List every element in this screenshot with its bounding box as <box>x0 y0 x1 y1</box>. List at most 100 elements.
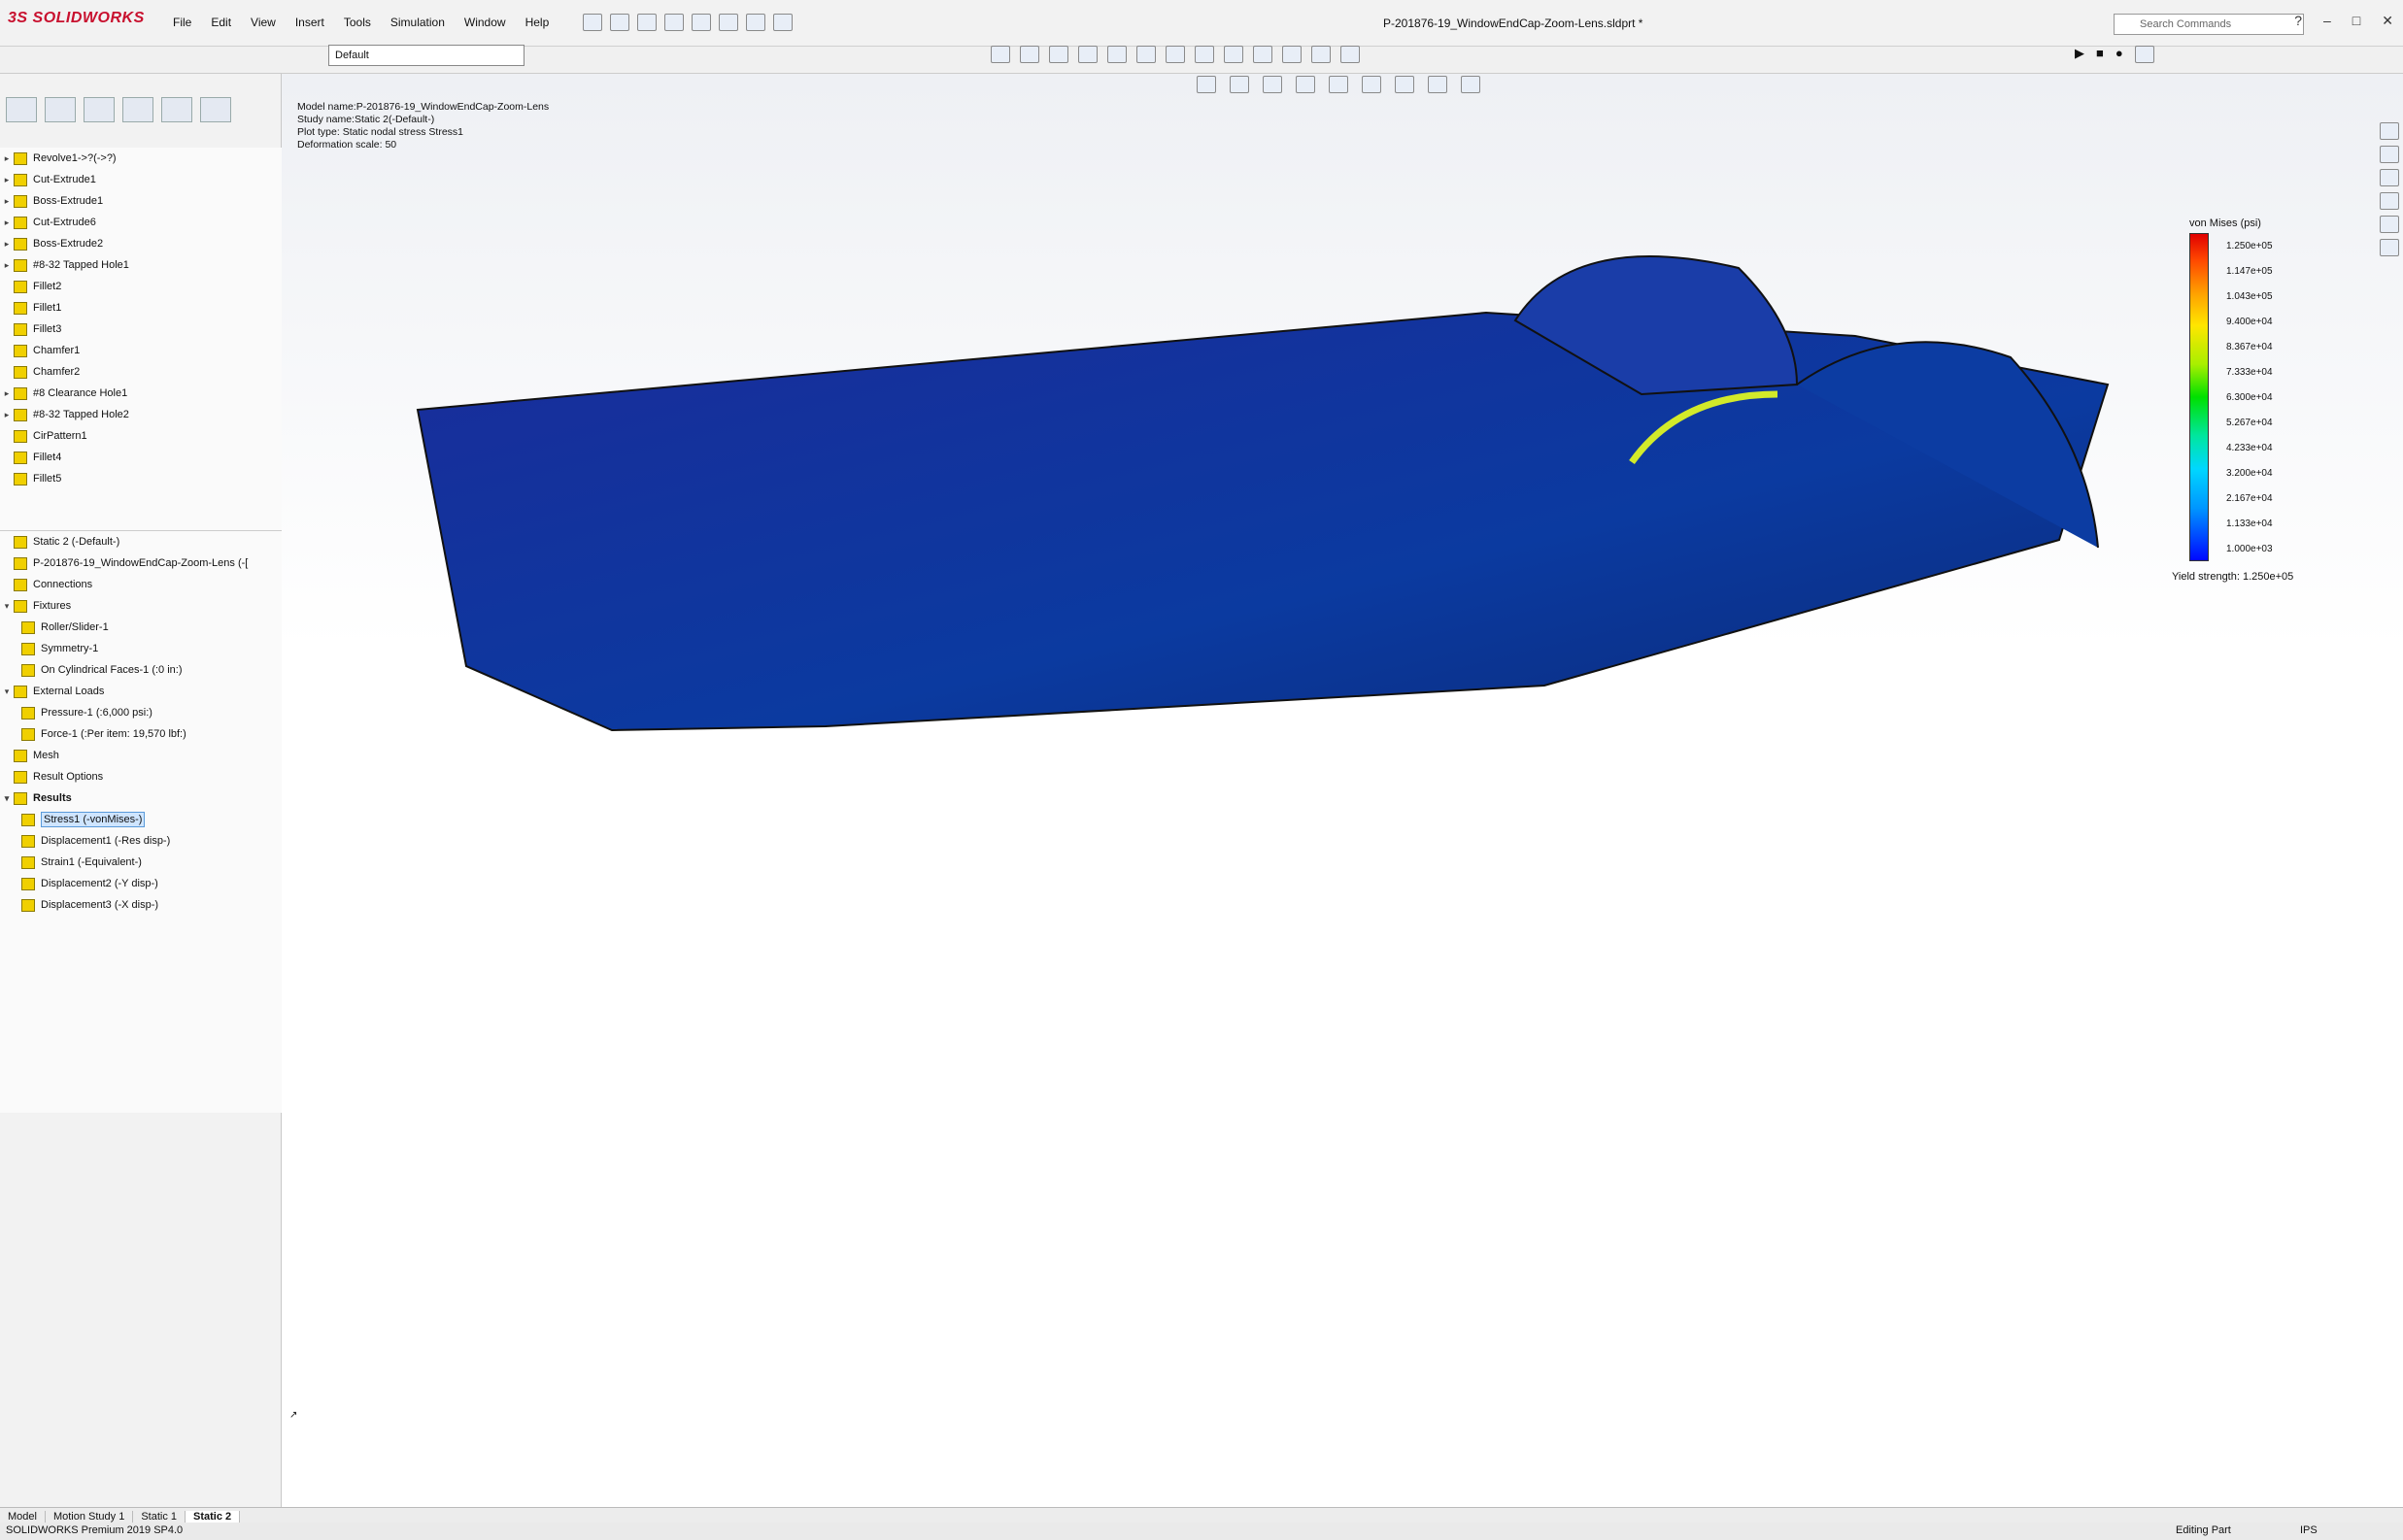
fixture-roller-item[interactable]: Roller/Slider-1 <box>0 617 282 638</box>
simulation-tab[interactable] <box>200 97 231 122</box>
tree-item[interactable]: Fillet5 <box>0 468 282 489</box>
close-button[interactable]: ✕ <box>2382 13 2393 29</box>
tree-item[interactable]: ▸ #8-32 Tapped Hole2 <box>0 404 282 425</box>
tree-item[interactable]: Fillet3 <box>0 318 282 340</box>
menu-help[interactable]: Help <box>525 16 550 29</box>
zoom-to-fit-icon[interactable] <box>1197 76 1216 93</box>
rebuild-icon[interactable] <box>746 14 765 31</box>
dimxpert-tab[interactable] <box>122 97 153 122</box>
save-animation-icon[interactable] <box>2134 46 2154 63</box>
appearance-icon[interactable] <box>1428 76 1447 93</box>
tree-item[interactable]: ▸ #8-32 Tapped Hole1 <box>0 254 282 276</box>
displacement2-item[interactable]: Displacement2 (-Y disp-) <box>0 873 282 894</box>
tree-item[interactable]: CirPattern1 <box>0 425 282 447</box>
study-item[interactable]: Static 2 (-Default-) <box>0 531 282 552</box>
tab-motion-study[interactable]: Motion Study 1 <box>46 1510 134 1523</box>
menu-file[interactable]: File <box>173 16 191 29</box>
tree-item[interactable]: ▸ Boss-Extrude1 <box>0 190 282 212</box>
displacement3-item[interactable]: Displacement3 (-X disp-) <box>0 894 282 916</box>
section-view-icon[interactable] <box>1296 76 1315 93</box>
plot-tools-icon[interactable] <box>1282 46 1302 63</box>
previous-view-icon[interactable] <box>1263 76 1282 93</box>
graphics-viewport[interactable] <box>282 74 2403 1507</box>
property-manager-tab[interactable] <box>45 97 76 122</box>
menu-window[interactable]: Window <box>464 16 506 29</box>
report-icon[interactable] <box>1311 46 1331 63</box>
custom-properties-icon[interactable] <box>2380 239 2399 256</box>
new-icon[interactable] <box>583 14 602 31</box>
tree-item[interactable]: Fillet2 <box>0 276 282 297</box>
displacement1-item[interactable]: Displacement1 (-Res disp-) <box>0 830 282 852</box>
tree-item[interactable]: ▸ #8 Clearance Hole1 <box>0 383 282 404</box>
tree-item[interactable]: Chamfer1 <box>0 340 282 361</box>
status-units[interactable]: IPS <box>2300 1524 2318 1536</box>
view-orientation-icon[interactable] <box>1329 76 1348 93</box>
strain1-item[interactable]: Strain1 (-Equivalent-) <box>0 852 282 873</box>
deformed-result-icon[interactable] <box>1224 46 1243 63</box>
tab-model[interactable]: Model <box>0 1510 46 1523</box>
connections-item[interactable]: Connections <box>0 574 282 595</box>
tree-item[interactable]: Fillet1 <box>0 297 282 318</box>
part-item[interactable]: P-201876-19_WindowEndCap-Zoom-Lens (-[ <box>0 552 282 574</box>
display-style-icon[interactable] <box>1362 76 1381 93</box>
connections-icon[interactable] <box>1107 46 1127 63</box>
tree-item[interactable]: ▸ Boss-Extrude2 <box>0 233 282 254</box>
stress1-item[interactable]: Stress1 (-vonMises-) <box>0 809 282 830</box>
appearances-icon[interactable] <box>2380 216 2399 233</box>
open-icon[interactable] <box>610 14 629 31</box>
results-item[interactable]: ▾ Results <box>0 787 282 809</box>
run-icon[interactable] <box>1166 46 1185 63</box>
tab-static-2[interactable]: Static 2 <box>186 1510 241 1523</box>
pressure-load-item[interactable]: Pressure-1 (:6,000 psi:) <box>0 702 282 723</box>
view-palette-icon[interactable] <box>2380 192 2399 210</box>
maximize-button[interactable]: □ <box>2352 13 2360 29</box>
study-icon[interactable] <box>991 46 1010 63</box>
resources-icon[interactable] <box>2380 122 2399 140</box>
external-loads-icon[interactable] <box>1078 46 1098 63</box>
menu-tools[interactable]: Tools <box>344 16 371 29</box>
options-icon[interactable] <box>773 14 793 31</box>
tree-item[interactable]: ▸ Revolve1->?(->?) <box>0 148 282 169</box>
help-icon[interactable]: ? <box>2294 13 2302 29</box>
compare-results-icon[interactable] <box>1253 46 1272 63</box>
minimize-button[interactable]: – <box>2323 13 2331 29</box>
tree-item[interactable]: Fillet4 <box>0 447 282 468</box>
view-settings-icon[interactable] <box>1461 76 1480 93</box>
display-manager-tab[interactable] <box>161 97 192 122</box>
play-icon[interactable]: ▶ <box>2075 46 2084 63</box>
menu-edit[interactable]: Edit <box>211 16 231 29</box>
external-loads-item[interactable]: ▾ External Loads <box>0 681 282 702</box>
tree-item[interactable]: ▸ Cut-Extrude6 <box>0 212 282 233</box>
fixtures-item[interactable]: ▾ Fixtures <box>0 595 282 617</box>
file-explorer-icon[interactable] <box>2380 169 2399 186</box>
fixtures-icon[interactable] <box>1049 46 1068 63</box>
include-image-icon[interactable] <box>1340 46 1360 63</box>
apply-material-icon[interactable] <box>1020 46 1039 63</box>
menu-simulation[interactable]: Simulation <box>390 16 445 29</box>
force-load-item[interactable]: Force-1 (:Per item: 19,570 lbf:) <box>0 723 282 745</box>
stop-icon[interactable]: ■ <box>2096 46 2104 63</box>
tree-item[interactable]: Chamfer2 <box>0 361 282 383</box>
configuration-select[interactable]: Default <box>328 45 525 66</box>
design-library-icon[interactable] <box>2380 146 2399 163</box>
zoom-area-icon[interactable] <box>1230 76 1249 93</box>
tree-item[interactable]: ▸ Cut-Extrude1 <box>0 169 282 190</box>
undo-icon[interactable] <box>692 14 711 31</box>
save-icon[interactable] <box>637 14 657 31</box>
fixture-symmetry-item[interactable]: Symmetry-1 <box>0 638 282 659</box>
results-advisor-icon[interactable] <box>1195 46 1214 63</box>
record-icon[interactable]: ● <box>2115 46 2123 63</box>
fixture-cylindrical-item[interactable]: On Cylindrical Faces-1 (:0 in:) <box>0 659 282 681</box>
search-commands-input[interactable]: Search Commands <box>2114 14 2304 35</box>
result-options-item[interactable]: Result Options <box>0 766 282 787</box>
shell-manager-icon[interactable] <box>1136 46 1156 63</box>
configuration-manager-tab[interactable] <box>84 97 115 122</box>
mesh-item[interactable]: Mesh <box>0 745 282 766</box>
hide-show-icon[interactable] <box>1395 76 1414 93</box>
tab-static-1[interactable]: Static 1 <box>133 1510 186 1523</box>
feature-manager-tab[interactable] <box>6 97 37 122</box>
menu-insert[interactable]: Insert <box>295 16 324 29</box>
menu-view[interactable]: View <box>251 16 276 29</box>
print-icon[interactable] <box>664 14 684 31</box>
select-icon[interactable] <box>719 14 738 31</box>
